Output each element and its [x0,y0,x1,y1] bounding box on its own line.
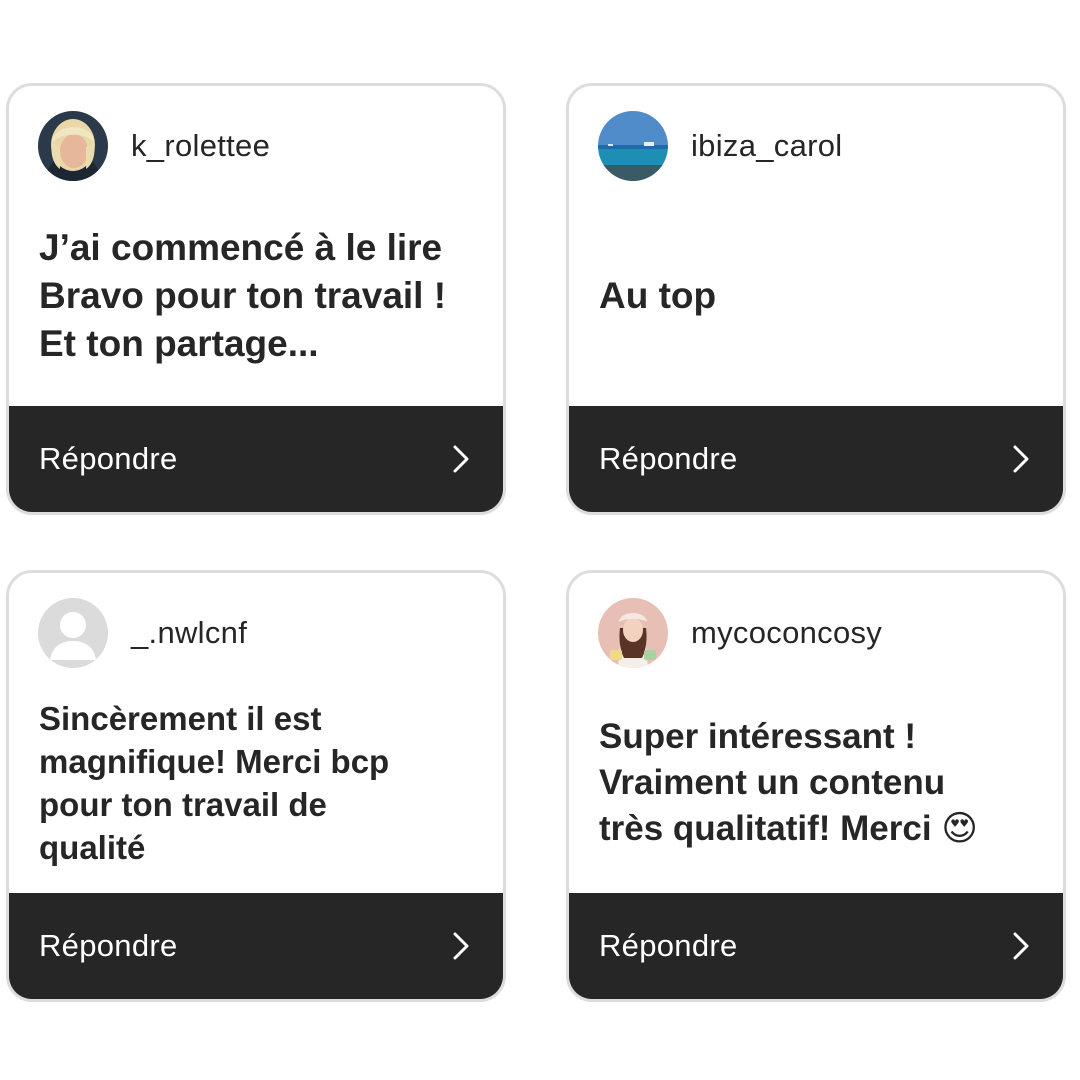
chevron-right-icon [452,444,470,474]
reply-label: Répondre [599,441,738,476]
comment-card-mycoconcosy: mycoconcosy Super intéressant ! Vraiment… [566,570,1066,1002]
profile-photo-icon [38,111,108,181]
comment-text: Sincèrement il est magnifique! Merci bcp… [39,697,389,869]
reply-label: Répondre [39,441,178,476]
comment-card-k_rolettee: k_rolettee J’ai commencé à le lire Bravo… [6,83,506,515]
comment-body: Au top [599,186,1043,406]
comment-line: magnifique! Merci bcp [39,743,390,780]
reply-button[interactable]: Répondre [9,406,503,512]
comment-line: Et ton partage... [39,323,319,364]
profile-illustration-icon [598,598,668,668]
reply-button[interactable]: Répondre [569,406,1063,512]
avatar[interactable] [38,111,108,181]
chevron-right-icon [452,931,470,961]
profile-photo-icon [598,111,668,181]
chevron-right-icon [1012,931,1030,961]
comment-line: Vraiment un contenu [599,763,946,802]
heart-eyes-emoji-icon: 😍 [941,809,978,848]
username[interactable]: k_rolettee [131,128,270,164]
comment-body: J’ai commencé à le lire Bravo pour ton t… [39,186,483,406]
chevron-right-icon [1012,444,1030,474]
username[interactable]: mycoconcosy [691,615,882,651]
comment-line: pour ton travail de [39,786,327,823]
comment-card-nwlcnf: _.nwlcnf Sincèrement il est magnifique! … [6,570,506,1002]
comment-text: J’ai commencé à le lire Bravo pour ton t… [39,224,446,368]
reply-button[interactable]: Répondre [9,893,503,999]
comment-card-ibiza_carol: ibiza_carol Au top Répondre [566,83,1066,515]
username[interactable]: ibiza_carol [691,128,843,164]
comment-body: Super intéressant ! Vraiment un contenu … [599,673,1043,893]
reply-label: Répondre [599,928,738,963]
avatar[interactable] [598,598,668,668]
default-avatar-icon [38,598,108,668]
comment-text: Super intéressant ! Vraiment un contenu … [599,714,978,852]
comment-line: qualité [39,829,146,866]
comment-header: k_rolettee [38,110,270,182]
reply-button[interactable]: Répondre [569,893,1063,999]
comment-line: Super intéressant ! [599,717,917,756]
comment-header: _.nwlcnf [38,597,247,669]
avatar[interactable] [598,111,668,181]
username[interactable]: _.nwlcnf [131,615,247,651]
comment-line: Bravo pour ton travail ! [39,275,447,316]
avatar[interactable] [38,598,108,668]
comment-line: très qualitatif! Merci [599,809,932,848]
reply-label: Répondre [39,928,178,963]
comment-text: Au top [599,272,716,320]
comment-line: J’ai commencé à le lire [39,227,443,268]
comment-header: mycoconcosy [598,597,882,669]
comment-body: Sincèrement il est magnifique! Merci bcp… [39,673,483,893]
comment-header: ibiza_carol [598,110,843,182]
comment-line: Au top [599,275,717,316]
comment-line: Sincèrement il est [39,700,322,737]
